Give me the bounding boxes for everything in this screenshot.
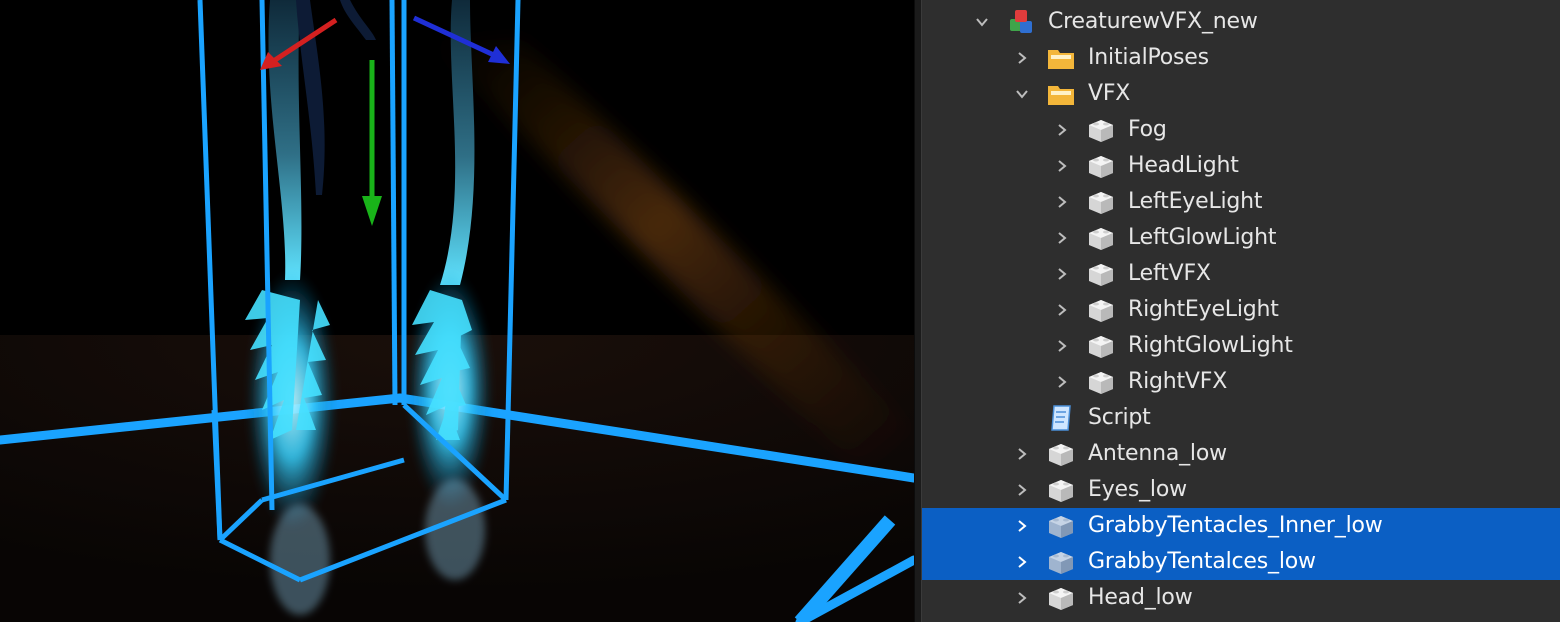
tree-item-vfx[interactable]: VFX [922, 76, 1560, 112]
part-icon [1046, 511, 1076, 541]
tree-item-script[interactable]: Script [922, 400, 1560, 436]
tree-item-label: Eyes_low [1088, 477, 1187, 502]
tree-item-label: RightVFX [1128, 369, 1228, 394]
tree-item-label: VFX [1088, 81, 1131, 106]
part-icon [1086, 223, 1116, 253]
3d-viewport[interactable] [0, 0, 914, 622]
tree-item-headlight[interactable]: HeadLight [922, 148, 1560, 184]
chevron-right-icon[interactable] [1014, 482, 1030, 498]
tree-item-label: GrabbyTentacles_Inner_low [1088, 513, 1383, 538]
tree-item-head-low[interactable]: Head_low [922, 580, 1560, 616]
dark-spike-2 [340, 0, 376, 40]
chevron-right-icon[interactable] [1054, 158, 1070, 174]
chevron-right-icon[interactable] [1014, 518, 1030, 534]
chevron-right-icon[interactable] [1054, 302, 1070, 318]
part-icon [1046, 475, 1076, 505]
explorer-panel: CreaturewVFX_new InitialPoses VFX Fog He… [922, 0, 1560, 622]
model-icon [1006, 7, 1036, 37]
tree-item-label: LeftGlowLight [1128, 225, 1277, 250]
tree-item-rightvfx[interactable]: RightVFX [922, 364, 1560, 400]
tree-item-label: RightEyeLight [1128, 297, 1279, 322]
left-tentacle-stalk [268, 0, 302, 280]
viewport-scene [0, 0, 914, 622]
chevron-right-icon[interactable] [1054, 194, 1070, 210]
chevron-right-icon[interactable] [1014, 554, 1030, 570]
tree-item-leftvfx[interactable]: LeftVFX [922, 256, 1560, 292]
part-icon [1046, 439, 1076, 469]
part-icon [1086, 367, 1116, 397]
tree-item-antenna-low[interactable]: Antenna_low [922, 436, 1560, 472]
tree-item-label: LeftVFX [1128, 261, 1211, 286]
tree-item-label: RightGlowLight [1128, 333, 1293, 358]
part-icon [1086, 187, 1116, 217]
chevron-right-icon[interactable] [1054, 230, 1070, 246]
tree-item-label: GrabbyTentalces_low [1088, 549, 1316, 574]
tree-item-fog[interactable]: Fog [922, 112, 1560, 148]
tree-item-initialposes[interactable]: InitialPoses [922, 40, 1560, 76]
chevron-right-icon[interactable] [1054, 374, 1070, 390]
chevron-right-icon[interactable] [1014, 446, 1030, 462]
chevron-right-icon[interactable] [1054, 122, 1070, 138]
part-icon [1086, 331, 1116, 361]
tree-item-label: InitialPoses [1088, 45, 1209, 70]
gizmo-y-arrowhead [362, 196, 382, 226]
chevron-down-icon[interactable] [974, 14, 990, 30]
part-icon [1086, 259, 1116, 289]
tree-item-label: HeadLight [1128, 153, 1239, 178]
tree-item-label: LeftEyeLight [1128, 189, 1263, 214]
tree-item-label: Antenna_low [1088, 441, 1227, 466]
part-icon [1046, 547, 1076, 577]
tree-item-label: CreaturewVFX_new [1048, 9, 1258, 34]
tree-item-creaturewvfx-new[interactable]: CreaturewVFX_new [922, 4, 1560, 40]
part-icon [1046, 583, 1076, 613]
tree-item-label: Fog [1128, 117, 1167, 142]
studio-window: CreaturewVFX_new InitialPoses VFX Fog He… [0, 0, 1560, 622]
chevron-right-icon[interactable] [1014, 50, 1030, 66]
chevron-down-icon[interactable] [1014, 86, 1030, 102]
folder-icon [1046, 79, 1076, 109]
tree-item-grabbytentacles-inner-low[interactable]: GrabbyTentacles_Inner_low [922, 508, 1560, 544]
chevron-right-icon[interactable] [1014, 590, 1030, 606]
script-icon [1046, 403, 1076, 433]
part-icon [1086, 295, 1116, 325]
folder-icon [1046, 43, 1076, 73]
tree-item-grabbytentalces-low[interactable]: GrabbyTentalces_low [922, 544, 1560, 580]
part-icon [1086, 151, 1116, 181]
tree-item-rightglowlight[interactable]: RightGlowLight [922, 328, 1560, 364]
tree-item-eyes-low[interactable]: Eyes_low [922, 472, 1560, 508]
tree-item-label: Script [1088, 405, 1151, 430]
part-icon [1086, 115, 1116, 145]
panel-splitter[interactable] [914, 0, 922, 622]
chevron-right-icon[interactable] [1054, 338, 1070, 354]
tree-item-label: Head_low [1088, 585, 1193, 610]
tree-item-leftglowlight[interactable]: LeftGlowLight [922, 220, 1560, 256]
tree-item-lefteyelight[interactable]: LeftEyeLight [922, 184, 1560, 220]
tree-item-righteyelight[interactable]: RightEyeLight [922, 292, 1560, 328]
chevron-right-icon[interactable] [1054, 266, 1070, 282]
